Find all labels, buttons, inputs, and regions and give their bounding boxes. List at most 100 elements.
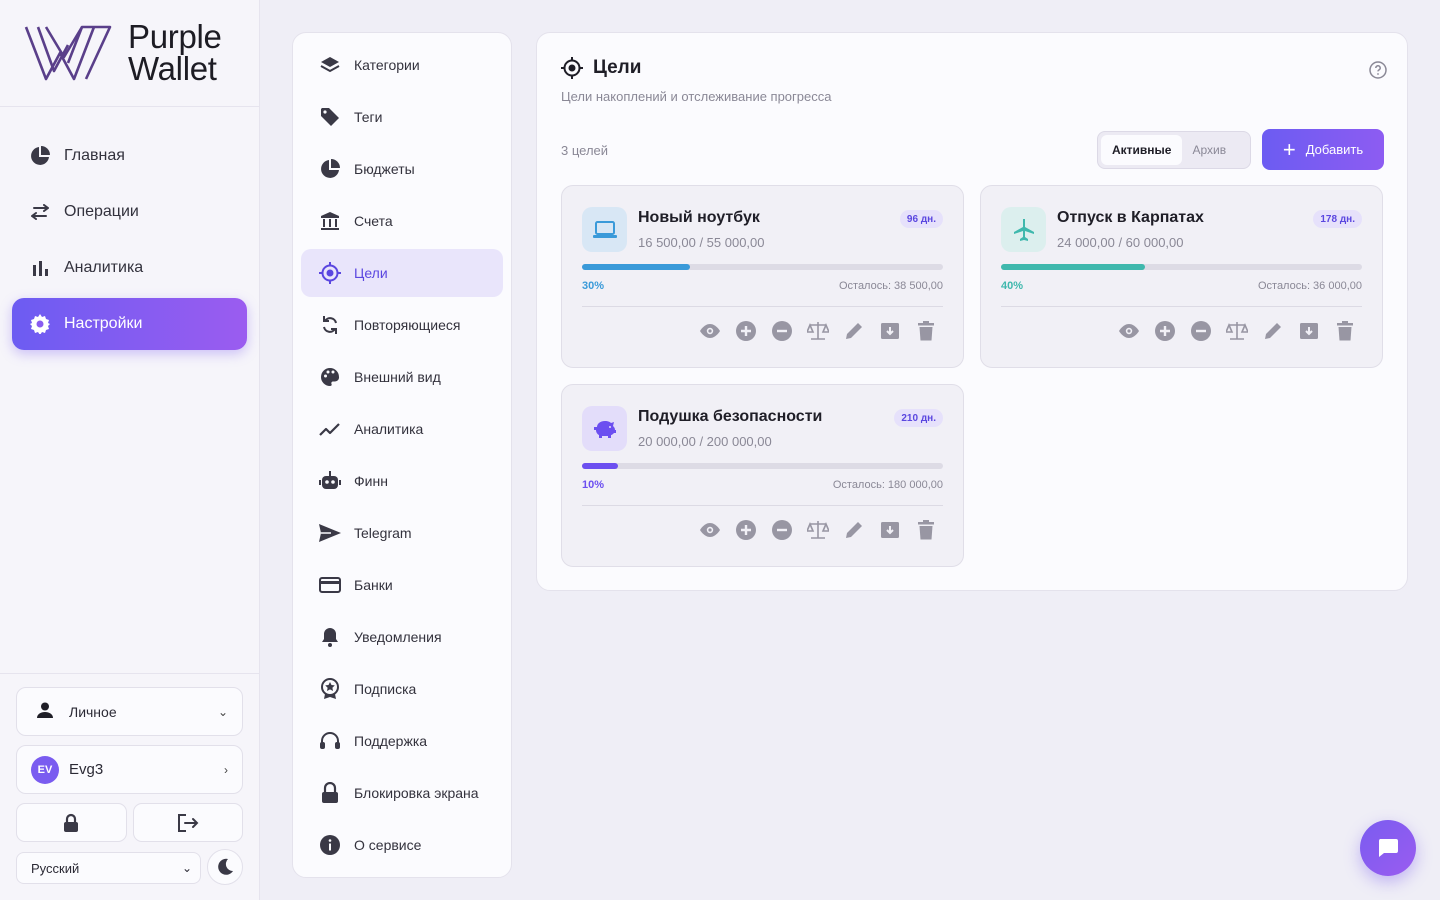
archive-icon[interactable] <box>879 519 901 541</box>
archive-icon[interactable] <box>1298 320 1320 342</box>
settings-item-banks[interactable]: Банки <box>301 561 503 609</box>
goal-card[interactable]: Отпуск в Карпатах 24 000,00 / 60 000,00 … <box>980 185 1383 368</box>
delete-icon[interactable] <box>915 320 937 342</box>
settings-item-appearance[interactable]: Внешний вид <box>301 353 503 401</box>
settings-item-screen-lock[interactable]: Блокировка экрана <box>301 769 503 817</box>
goal-card[interactable]: Подушка безопасности 20 000,00 / 200 000… <box>561 384 964 567</box>
chat-button[interactable] <box>1360 820 1416 876</box>
settings-item-label: Повторяющиеся <box>354 317 461 333</box>
avatar: EV <box>31 755 59 784</box>
goal-filter-toggle: Активные Архив <box>1097 131 1251 169</box>
settings-item-label: Счета <box>354 213 393 229</box>
logout-button[interactable] <box>132 803 243 842</box>
progress-track <box>582 264 943 270</box>
robot-icon <box>319 470 341 492</box>
divider <box>1001 306 1362 307</box>
settings-item-label: Telegram <box>354 525 412 541</box>
settings-item-label: Теги <box>354 109 383 125</box>
target-icon <box>319 262 341 284</box>
language-value: Русский <box>31 860 80 876</box>
bank-icon <box>319 210 341 232</box>
view-icon[interactable] <box>1118 320 1140 342</box>
days-badge: 96 дн. <box>899 210 943 228</box>
goals-panel: Цели Цели накоплений и отслеживание прог… <box>536 32 1408 591</box>
goal-name: Новый ноутбук <box>638 209 760 226</box>
add-goal-button[interactable]: + Добавить <box>1262 129 1384 170</box>
progress-fill <box>582 264 691 270</box>
theme-toggle[interactable] <box>207 849 243 885</box>
send-icon <box>319 522 341 544</box>
divider <box>582 306 943 307</box>
nav-item-operations[interactable]: Операции <box>12 186 247 238</box>
nav-item-home[interactable]: Главная <box>12 130 247 182</box>
profile-selector[interactable]: Личное ⌄ <box>16 687 243 736</box>
nav-item-analytics[interactable]: Аналитика <box>12 242 247 294</box>
settings-item-label: Цели <box>354 265 388 281</box>
edit-icon[interactable] <box>843 519 865 541</box>
settings-item-notifications[interactable]: Уведомления <box>301 613 503 661</box>
nav-label: Главная <box>64 147 125 164</box>
settings-item-subscription[interactable]: Подписка <box>301 665 503 713</box>
delete-icon[interactable] <box>1334 320 1356 342</box>
logo[interactable]: Purple Wallet <box>0 0 259 107</box>
chevron-right-icon: › <box>224 762 228 777</box>
moon-icon <box>218 858 233 875</box>
archive-icon[interactable] <box>879 320 901 342</box>
divider <box>582 505 943 506</box>
settings-item-tags[interactable]: Теги <box>301 93 503 141</box>
tab-active[interactable]: Активные <box>1101 135 1183 165</box>
goal-name: Подушка безопасности <box>638 408 823 425</box>
withdraw-icon[interactable] <box>771 320 793 342</box>
scales-icon[interactable] <box>1226 320 1248 342</box>
settings-item-goals[interactable]: Цели <box>301 249 503 297</box>
settings-item-categories[interactable]: Категории <box>301 41 503 89</box>
add-goal-label: Добавить <box>1305 142 1364 157</box>
goal-card[interactable]: Новый ноутбук 16 500,00 / 55 000,00 96 д… <box>561 185 964 368</box>
withdraw-icon[interactable] <box>771 519 793 541</box>
settings-item-about[interactable]: О сервисе <box>301 821 503 869</box>
settings-item-label: Банки <box>354 577 393 593</box>
settings-item-analytics[interactable]: Аналитика <box>301 405 503 453</box>
goal-amount: 20 000,00 / 200 000,00 <box>638 434 772 449</box>
settings-menu: Категории Теги Бюджеты Счета Цели Повтор… <box>292 32 512 878</box>
delete-icon[interactable] <box>915 519 937 541</box>
headset-icon <box>319 730 341 752</box>
deposit-icon[interactable] <box>735 320 757 342</box>
brand-line-2: Wallet <box>128 50 217 87</box>
scales-icon[interactable] <box>807 519 829 541</box>
deposit-icon[interactable] <box>1154 320 1176 342</box>
settings-item-label: Внешний вид <box>354 369 441 385</box>
goal-count: 3 целей <box>561 143 609 158</box>
view-icon[interactable] <box>699 519 721 541</box>
nav-label: Операции <box>64 203 139 220</box>
goal-name: Отпуск в Карпатах <box>1057 209 1204 226</box>
repeat-icon <box>319 314 341 336</box>
goal-actions <box>1118 320 1356 342</box>
info-icon <box>319 834 341 856</box>
lock-button[interactable] <box>16 803 127 842</box>
user-menu[interactable]: EV Evg3 › <box>16 745 243 794</box>
settings-item-telegram[interactable]: Telegram <box>301 509 503 557</box>
progress-track <box>582 463 943 469</box>
language-select[interactable]: Русский ⌄ <box>16 852 201 884</box>
view-icon[interactable] <box>699 320 721 342</box>
deposit-icon[interactable] <box>735 519 757 541</box>
goal-amount: 16 500,00 / 55 000,00 <box>638 235 765 250</box>
settings-item-recurring[interactable]: Повторяющиеся <box>301 301 503 349</box>
gear-icon <box>29 313 51 335</box>
logo-mark-icon <box>24 25 112 81</box>
settings-item-budgets[interactable]: Бюджеты <box>301 145 503 193</box>
help-icon[interactable] <box>1369 61 1387 84</box>
settings-item-accounts[interactable]: Счета <box>301 197 503 245</box>
edit-icon[interactable] <box>1262 320 1284 342</box>
nav-item-settings[interactable]: Настройки <box>12 298 247 350</box>
scales-icon[interactable] <box>807 320 829 342</box>
tab-archive[interactable]: Архив <box>1182 143 1236 157</box>
settings-item-support[interactable]: Поддержка <box>301 717 503 765</box>
settings-item-label: Финн <box>354 473 388 489</box>
edit-icon[interactable] <box>843 320 865 342</box>
settings-item-finn[interactable]: Финн <box>301 457 503 505</box>
withdraw-icon[interactable] <box>1190 320 1212 342</box>
user-name: Evg3 <box>69 761 104 778</box>
bar-chart-icon <box>29 257 51 279</box>
